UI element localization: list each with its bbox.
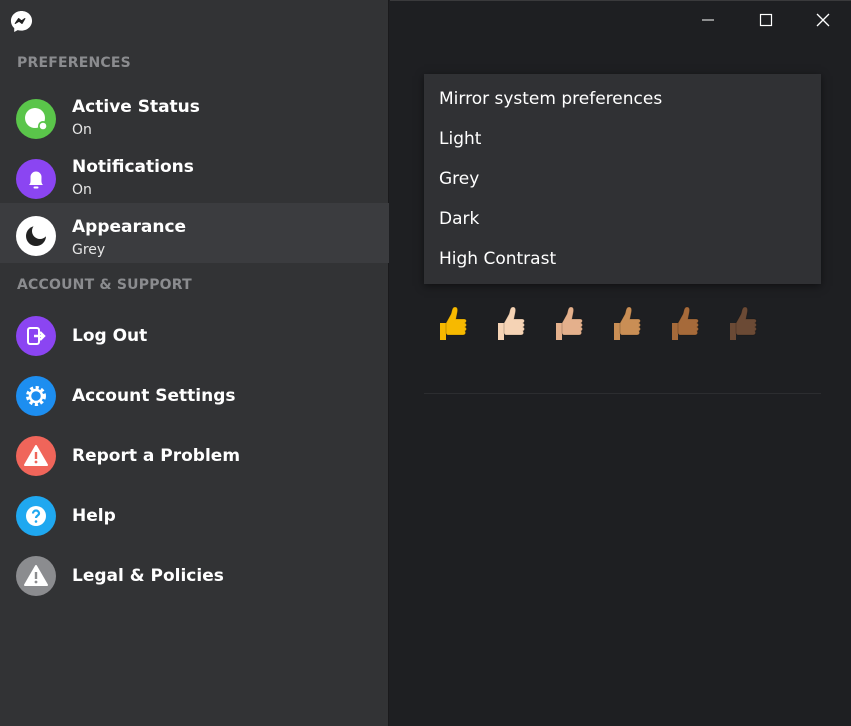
warning-icon bbox=[16, 436, 56, 476]
sidebar-item-account-settings[interactable]: Account Settings bbox=[0, 366, 389, 426]
minimize-button[interactable] bbox=[696, 9, 720, 31]
item-title: Account Settings bbox=[72, 386, 236, 406]
obscured-label bbox=[439, 284, 469, 290]
menu-item-dark[interactable]: Dark bbox=[439, 209, 479, 229]
sidebar: PREFERENCES Active Status On Notificatio… bbox=[0, 0, 389, 726]
bell-icon bbox=[16, 159, 56, 199]
item-title: Appearance bbox=[72, 217, 187, 237]
section-preferences: PREFERENCES bbox=[17, 55, 131, 71]
item-title: Report a Problem bbox=[72, 446, 241, 466]
gear-icon bbox=[16, 376, 56, 416]
close-button[interactable] bbox=[811, 9, 835, 31]
thumbs-up-icon[interactable] bbox=[726, 306, 759, 344]
sidebar-item-log-out[interactable]: Log Out bbox=[0, 306, 389, 366]
thumbs-up-icon[interactable] bbox=[668, 306, 701, 344]
sidebar-item-appearance[interactable]: Appearance Grey bbox=[0, 203, 389, 263]
maximize-button[interactable] bbox=[754, 9, 778, 31]
item-title: Legal & Policies bbox=[72, 566, 224, 586]
thumbs-up-icon[interactable] bbox=[436, 306, 469, 344]
item-title: Notifications bbox=[72, 157, 194, 177]
sidebar-item-notifications[interactable]: Notifications On bbox=[0, 149, 389, 209]
help-icon bbox=[16, 496, 56, 536]
sidebar-item-active-status[interactable]: Active Status On bbox=[0, 89, 389, 149]
messenger-logo bbox=[10, 10, 33, 33]
thumbs-up-icon[interactable] bbox=[610, 306, 643, 344]
warning-icon bbox=[16, 556, 56, 596]
menu-item-light[interactable]: Light bbox=[439, 129, 481, 149]
moon-icon bbox=[16, 216, 56, 256]
active-status-icon bbox=[16, 99, 56, 139]
menu-item-grey[interactable]: Grey bbox=[439, 169, 479, 189]
thumbs-up-skin-tones bbox=[436, 306, 759, 344]
divider bbox=[424, 393, 821, 394]
logout-icon bbox=[16, 316, 56, 356]
sidebar-item-help[interactable]: Help bbox=[0, 486, 389, 546]
item-title: Active Status bbox=[72, 97, 200, 117]
menu-item-high-contrast[interactable]: High Contrast bbox=[439, 249, 556, 269]
appearance-dropdown-menu: Mirror system preferences Light Grey Dar… bbox=[424, 74, 821, 284]
item-subtitle: On bbox=[72, 182, 92, 198]
item-title: Log Out bbox=[72, 326, 148, 346]
section-account-support: ACCOUNT & SUPPORT bbox=[17, 277, 192, 293]
item-subtitle: On bbox=[72, 122, 92, 138]
item-subtitle: Grey bbox=[72, 242, 106, 258]
thumbs-up-icon[interactable] bbox=[552, 306, 585, 344]
menu-item-mirror-system[interactable]: Mirror system preferences bbox=[439, 89, 662, 109]
item-title: Help bbox=[72, 506, 116, 526]
sidebar-item-legal-policies[interactable]: Legal & Policies bbox=[0, 546, 389, 606]
sidebar-item-report-problem[interactable]: Report a Problem bbox=[0, 426, 389, 486]
thumbs-up-icon[interactable] bbox=[494, 306, 527, 344]
